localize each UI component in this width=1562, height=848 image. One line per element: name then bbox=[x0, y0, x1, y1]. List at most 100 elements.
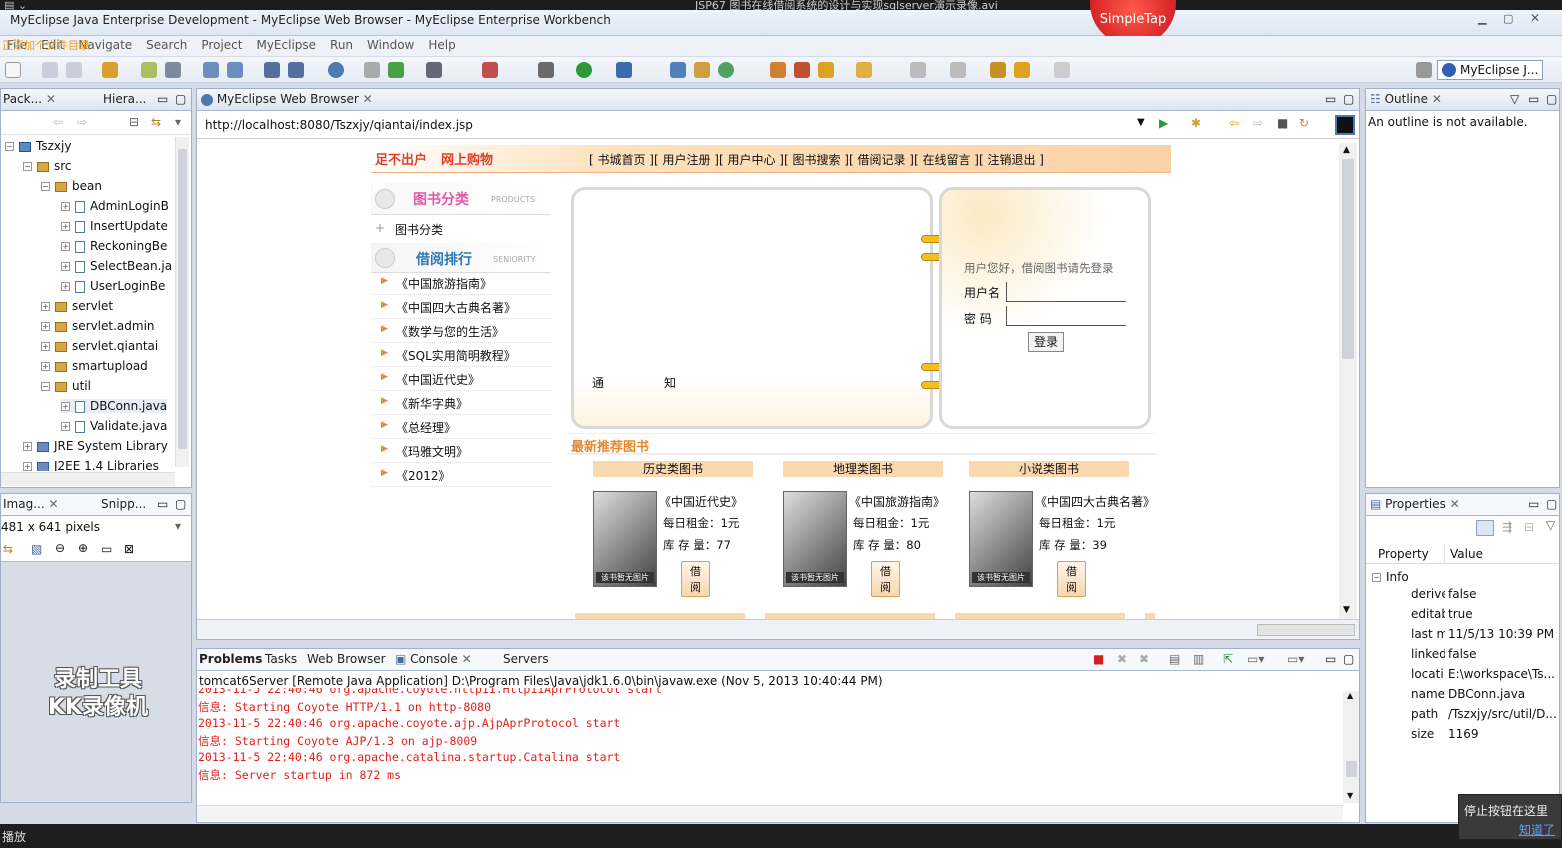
open-folder-icon[interactable] bbox=[818, 62, 834, 78]
menu-project[interactable]: Project bbox=[194, 36, 249, 54]
new-ejb-icon[interactable] bbox=[288, 62, 304, 78]
tree-item-project[interactable]: − Tszxjy bbox=[5, 139, 71, 153]
run-icon[interactable] bbox=[576, 62, 592, 78]
view-menu-icon[interactable]: ▽ bbox=[1546, 518, 1555, 532]
book-title[interactable]: 《中国四大古典名著》 bbox=[1035, 493, 1155, 510]
close-icon[interactable]: ✕ bbox=[363, 92, 373, 106]
actual-size-icon[interactable]: ▭ bbox=[101, 542, 112, 556]
rank-item[interactable]: ▶ 《玛雅文明》 bbox=[371, 439, 551, 463]
tooltip-link[interactable]: 知道了 bbox=[1519, 821, 1555, 838]
scrollbar-thumb[interactable] bbox=[1342, 159, 1354, 359]
build-icon[interactable] bbox=[694, 62, 710, 78]
minimize-icon[interactable]: ▁ bbox=[1478, 12, 1486, 25]
maximize-icon[interactable]: ▢ bbox=[175, 92, 186, 106]
borrow-button[interactable]: 借阅 bbox=[871, 561, 900, 597]
last-edit-icon[interactable] bbox=[990, 62, 1006, 78]
display-console-icon[interactable]: ▭▾ bbox=[1247, 652, 1264, 666]
deploy-icon[interactable] bbox=[203, 62, 219, 78]
stop-button[interactable] bbox=[1335, 115, 1355, 135]
next-annotation-icon[interactable] bbox=[910, 62, 926, 78]
external-tools-icon[interactable] bbox=[616, 62, 632, 78]
web-project-icon[interactable] bbox=[264, 62, 280, 78]
categories-icon[interactable] bbox=[1476, 520, 1494, 536]
book-cover[interactable]: 该书暂无图片 bbox=[969, 491, 1033, 587]
minimize-icon[interactable]: ▭ bbox=[1528, 497, 1539, 511]
console-hscrollbar[interactable] bbox=[197, 805, 1343, 821]
folder-icon[interactable] bbox=[856, 62, 872, 78]
tree-item-library[interactable]: + J2EE 1.4 Libraries bbox=[23, 459, 159, 471]
property-row[interactable]: path/Tszxjy/src/util/D... bbox=[1370, 707, 1558, 727]
minimize-icon[interactable]: ▭ bbox=[1325, 92, 1336, 106]
open-perspective-icon[interactable] bbox=[1416, 62, 1432, 78]
minimize-icon[interactable]: ▭ bbox=[157, 92, 168, 106]
tree-item-package[interactable]: + smartupload bbox=[41, 359, 148, 373]
tab-image[interactable]: Imag... ✕ bbox=[3, 497, 59, 511]
tab-properties[interactable]: ▤ Properties ✕ bbox=[1370, 497, 1460, 511]
view-menu-icon[interactable]: ▽ bbox=[1510, 92, 1519, 106]
scroll-lock-icon[interactable]: ▥ bbox=[1193, 652, 1204, 666]
rank-item[interactable]: ▶ 《中国近代史》 bbox=[371, 367, 551, 391]
link-icon[interactable] bbox=[794, 62, 810, 78]
zoom-in-icon[interactable]: ⊕ bbox=[78, 541, 88, 555]
tree-item-package[interactable]: − bean bbox=[41, 179, 102, 193]
property-row[interactable]: editabtrue bbox=[1370, 607, 1558, 627]
close-icon[interactable]: ✕ bbox=[46, 92, 56, 106]
save-icon[interactable] bbox=[42, 62, 58, 78]
url-input[interactable]: http://localhost:8080/Tszxjy/qiantai/ind… bbox=[201, 115, 1151, 135]
properties-group[interactable]: − Info bbox=[1372, 570, 1409, 584]
stop-icon[interactable]: ■ bbox=[1277, 116, 1288, 130]
maximize-icon[interactable]: ▢ bbox=[1546, 497, 1557, 511]
close-icon[interactable]: ✕ bbox=[462, 652, 472, 666]
borrow-button[interactable]: 借阅 bbox=[681, 561, 710, 597]
tree-item-file[interactable]: + AdminLoginB bbox=[61, 199, 169, 213]
tab-snippets[interactable]: Snipp... bbox=[101, 497, 146, 511]
tab-tasks[interactable]: Tasks bbox=[265, 652, 297, 666]
book-cover[interactable]: 该书暂无图片 bbox=[593, 491, 657, 587]
rank-item[interactable]: ▶ 《新华字典》 bbox=[371, 391, 551, 415]
open-type-icon[interactable] bbox=[364, 62, 380, 78]
back-icon[interactable]: ⇦ bbox=[53, 115, 63, 129]
terminate-icon[interactable]: ■ bbox=[1093, 652, 1104, 666]
browser-scrollbar[interactable]: ▲ ▼ bbox=[1339, 143, 1357, 619]
prev-annotation-icon[interactable] bbox=[950, 62, 966, 78]
tree-hscrollbar[interactable] bbox=[1, 472, 175, 486]
close-icon[interactable]: ✕ bbox=[1432, 92, 1442, 106]
scroll-down-icon[interactable]: ▼ bbox=[1347, 791, 1353, 800]
globe-icon[interactable] bbox=[328, 62, 344, 78]
menu-window[interactable]: Window bbox=[360, 36, 421, 54]
borrow-button[interactable]: 借阅 bbox=[1057, 561, 1086, 597]
username-input[interactable] bbox=[1006, 282, 1126, 302]
open-console-icon[interactable]: ▭▾ bbox=[1287, 652, 1304, 666]
tree-item-package[interactable]: + servlet bbox=[41, 299, 113, 313]
property-row[interactable]: linked false bbox=[1370, 647, 1558, 667]
tab-hierarchy[interactable]: Hiera... bbox=[103, 92, 146, 106]
property-row[interactable]: locati E:\workspace\Ts... bbox=[1370, 667, 1558, 687]
book-title[interactable]: 《中国旅游指南》 bbox=[849, 493, 945, 510]
tab-web-browser[interactable]: MyEclipse Web Browser ✕ bbox=[201, 92, 373, 106]
tree-item-package[interactable]: + servlet.qiantai bbox=[41, 339, 158, 353]
bug-icon[interactable] bbox=[538, 62, 554, 78]
tab-package-explorer[interactable]: Pack... ✕ bbox=[3, 92, 56, 106]
tab-console[interactable]: ▣ Console ✕ bbox=[395, 652, 472, 666]
new-class-icon[interactable] bbox=[388, 62, 404, 78]
menu-myeclipse[interactable]: MyEclipse bbox=[249, 36, 323, 54]
swap-icon[interactable]: ⇆ bbox=[3, 542, 13, 556]
book-title[interactable]: 《中国近代史》 bbox=[659, 493, 743, 510]
back-icon[interactable]: ⇦ bbox=[1229, 116, 1239, 130]
maximize-icon[interactable]: ▢ bbox=[1343, 92, 1354, 106]
scroll-up-icon[interactable]: ▲ bbox=[1347, 691, 1353, 700]
close-icon[interactable]: ✕ bbox=[1450, 497, 1460, 511]
chevron-down-icon[interactable]: ▼ bbox=[1137, 117, 1145, 128]
tab-problems[interactable]: Problems bbox=[199, 652, 262, 666]
fit-window-icon[interactable]: ⊠ bbox=[124, 542, 134, 556]
fit-icon[interactable]: ▧ bbox=[31, 542, 42, 556]
tree-item-package[interactable]: + servlet.admin bbox=[41, 319, 155, 333]
debug-icon[interactable] bbox=[141, 62, 157, 78]
minimize-icon[interactable]: ▭ bbox=[157, 497, 168, 511]
login-button[interactable]: 登录 bbox=[1028, 332, 1064, 352]
pin-icon[interactable]: ⇱ bbox=[1223, 652, 1233, 666]
collapse-all-icon[interactable]: ⊟ bbox=[129, 115, 139, 129]
forward-icon[interactable]: ⇨ bbox=[77, 115, 87, 129]
link-editor-icon[interactable]: ⇆ bbox=[151, 115, 161, 129]
restore-default-icon[interactable]: ⊟ bbox=[1524, 520, 1534, 534]
